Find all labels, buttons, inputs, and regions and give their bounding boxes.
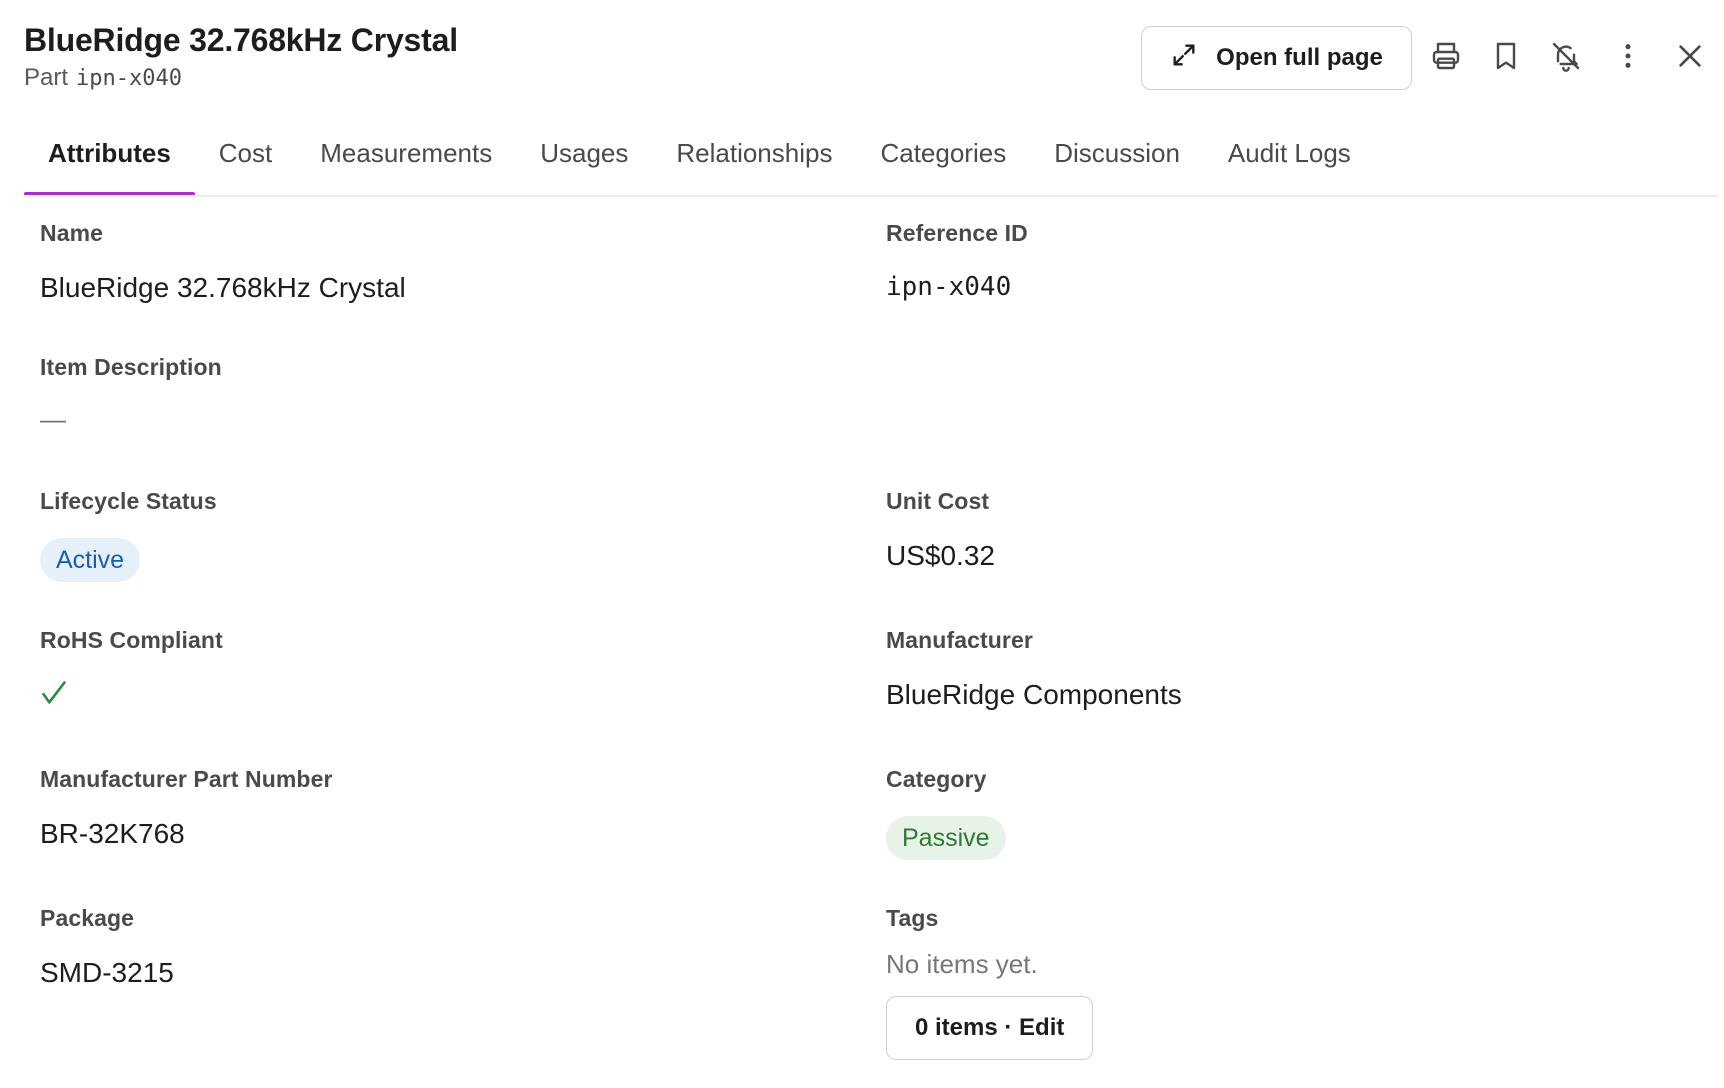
category-badge: Passive	[886, 816, 1006, 860]
field-name: Name BlueRidge 32.768kHz Crystal	[40, 220, 406, 303]
edit-tags-button[interactable]: 0 items · Edit	[886, 996, 1094, 1060]
field-label: Category	[886, 766, 987, 792]
bookmark-button[interactable]	[1482, 34, 1530, 82]
field-unit-cost: Unit Cost US$0.32	[886, 488, 995, 571]
more-options-button[interactable]	[1604, 34, 1652, 82]
field-label: Manufacturer	[886, 627, 1033, 653]
more-vertical-icon	[1612, 40, 1644, 77]
status-badge: Active	[40, 538, 141, 582]
field-value: BlueRidge 32.768kHz Crystal	[40, 272, 406, 303]
field-label: Reference ID	[886, 220, 1028, 246]
field-value: BlueRidge Components	[886, 679, 1182, 710]
subtitle-part-id: ipn-x040	[76, 66, 182, 91]
field-category: Category Passive	[886, 766, 1006, 860]
field-manufacturer: Manufacturer BlueRidge Components	[886, 627, 1182, 710]
tags-empty-text: No items yet.	[886, 949, 1038, 979]
print-button[interactable]	[1422, 34, 1470, 82]
field-value: US$0.32	[886, 540, 995, 571]
field-value: ipn-x040	[886, 272, 1012, 302]
tab-cost[interactable]: Cost	[195, 120, 296, 186]
field-label: Item Description	[40, 354, 222, 380]
open-full-page-button[interactable]: Open full page	[1141, 26, 1412, 90]
bell-off-icon	[1550, 40, 1582, 77]
field-label: Manufacturer Part Number	[40, 766, 333, 792]
field-rohs-compliant: RoHS Compliant	[40, 627, 223, 704]
part-detail-panel: BlueRidge 32.768kHz Crystal Part ipn-x04…	[0, 0, 1724, 1088]
bookmark-icon	[1490, 40, 1522, 77]
tab-audit-logs[interactable]: Audit Logs	[1204, 120, 1375, 186]
field-value: BR-32K768	[40, 818, 185, 849]
field-lifecycle-status: Lifecycle Status Active	[40, 488, 217, 582]
page-title: BlueRidge 32.768kHz Crystal	[24, 22, 458, 58]
print-icon	[1430, 40, 1462, 77]
close-button[interactable]	[1666, 34, 1714, 82]
subtitle-prefix: Part	[24, 64, 69, 91]
field-label: Package	[40, 905, 135, 931]
field-value: —	[40, 404, 66, 434]
field-value: SMD-3215	[40, 957, 174, 988]
tab-attributes[interactable]: Attributes	[24, 120, 195, 196]
tab-discussion[interactable]: Discussion	[1030, 120, 1204, 186]
close-icon	[1674, 40, 1706, 77]
page-subtitle: Part ipn-x040	[24, 64, 182, 92]
tab-usages[interactable]: Usages	[516, 120, 652, 186]
notifications-off-button[interactable]	[1542, 34, 1590, 82]
field-label: RoHS Compliant	[40, 627, 223, 653]
tab-measurements[interactable]: Measurements	[296, 120, 516, 186]
tab-relationships[interactable]: Relationships	[652, 120, 856, 186]
field-manufacturer-part-number: Manufacturer Part Number BR-32K768	[40, 766, 333, 849]
field-label: Unit Cost	[886, 488, 990, 514]
open-full-page-label: Open full page	[1216, 44, 1383, 71]
tabs-divider	[24, 195, 1718, 197]
field-package: Package SMD-3215	[40, 905, 174, 988]
tab-bar: Attributes Cost Measurements Usages Rela…	[24, 120, 1375, 196]
check-icon	[40, 679, 68, 714]
expand-icon	[1170, 41, 1198, 76]
field-tags: Tags No items yet. 0 items · Edit	[886, 905, 1094, 1060]
tab-categories[interactable]: Categories	[856, 120, 1030, 186]
field-label: Lifecycle Status	[40, 488, 217, 514]
field-label: Name	[40, 220, 104, 246]
field-reference-id: Reference ID ipn-x040	[886, 220, 1028, 302]
field-label: Tags	[886, 905, 939, 931]
field-item-description: Item Description —	[40, 354, 222, 434]
